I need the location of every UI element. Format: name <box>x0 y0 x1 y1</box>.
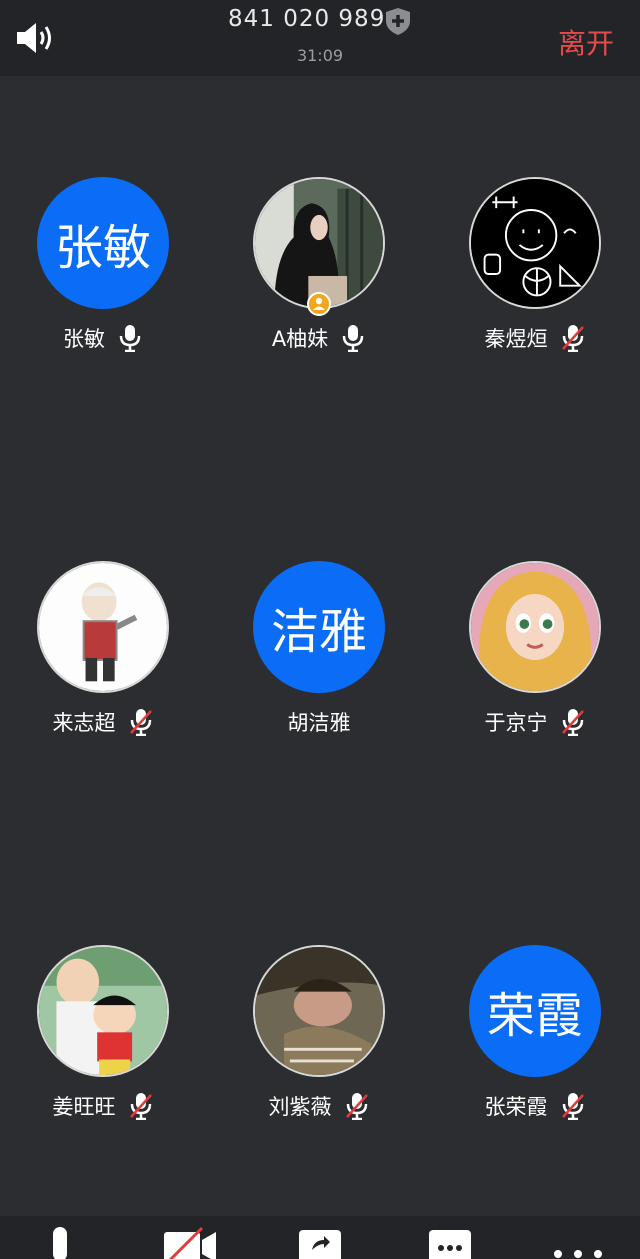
participant-name: 刘紫薇 <box>268 1095 332 1119</box>
participant-name: 张敏 <box>63 327 105 351</box>
avatar <box>253 945 385 1077</box>
shield-icon[interactable] <box>383 6 413 36</box>
participant-tile[interactable]: 荣霞 张荣霞 <box>435 945 635 1145</box>
avatar: 张敏 <box>37 177 169 309</box>
microphone-muted-icon <box>345 1093 368 1120</box>
participant-name: 秦煜烜 <box>484 327 548 351</box>
participant-tile[interactable]: 于京宁 <box>435 561 635 761</box>
microphone-icon[interactable] <box>44 1226 76 1259</box>
avatar: 洁雅 <box>253 561 385 693</box>
avatar: 荣霞 <box>469 945 601 1077</box>
participant-tile[interactable]: 张敏 张敏 <box>3 177 203 377</box>
avatar <box>469 177 601 309</box>
participant-name: 张荣霞 <box>484 1095 548 1119</box>
participant-tile[interactable]: 来志超 <box>3 561 203 761</box>
share-icon[interactable] <box>298 1226 342 1259</box>
participant-name: 于京宁 <box>484 711 548 735</box>
participant-name: 姜旺旺 <box>52 1095 116 1119</box>
microphone-icon <box>119 325 141 352</box>
participant-name: 来志超 <box>52 711 116 735</box>
meeting-timer: 31:09 <box>296 46 344 65</box>
microphone-muted-icon <box>561 325 584 352</box>
host-icon <box>307 292 331 316</box>
meeting-id[interactable]: 841 020 989 <box>228 6 385 32</box>
bottom-toolbar <box>0 1216 640 1259</box>
microphone-muted-icon <box>561 1093 584 1120</box>
chat-icon[interactable] <box>428 1226 472 1259</box>
participant-tile[interactable]: 秦煜烜 <box>435 177 635 377</box>
avatar <box>37 945 169 1077</box>
microphone-muted-icon <box>561 709 584 736</box>
microphone-muted-icon <box>129 709 152 736</box>
more-icon[interactable] <box>550 1226 606 1259</box>
video-off-icon[interactable] <box>162 1226 218 1259</box>
microphone-icon <box>342 325 364 352</box>
participant-tile[interactable]: 刘紫薇 <box>219 945 419 1145</box>
participant-tile[interactable]: A柚妹 <box>219 177 419 377</box>
participant-name: A柚妹 <box>271 327 329 351</box>
avatar <box>469 561 601 693</box>
microphone-muted-icon <box>129 1093 152 1120</box>
leave-button[interactable]: 离开 <box>558 22 614 62</box>
top-bar: 841 020 989 31:09 离开 <box>0 0 640 76</box>
participant-name: 胡洁雅 <box>287 711 351 735</box>
avatar <box>253 177 385 309</box>
avatar <box>37 561 169 693</box>
participant-tile[interactable]: 姜旺旺 <box>3 945 203 1145</box>
participant-tile[interactable]: 洁雅 胡洁雅 <box>219 561 419 761</box>
